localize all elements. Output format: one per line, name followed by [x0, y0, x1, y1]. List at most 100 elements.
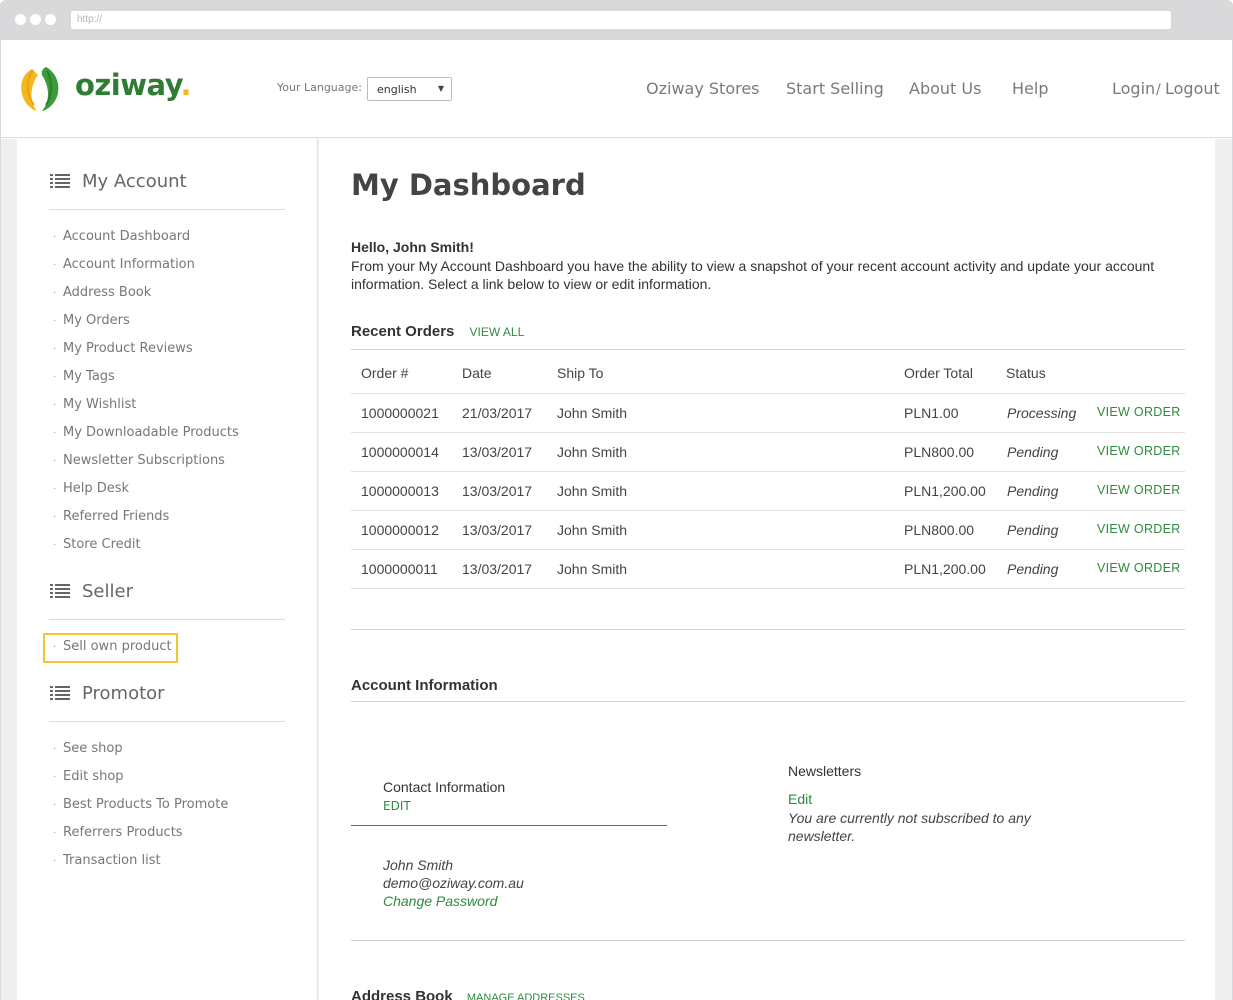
section-divider	[351, 701, 1185, 702]
order-date: 13/03/2017	[462, 483, 533, 499]
list-icon	[50, 584, 70, 598]
sidebar-item-referrers-products[interactable]: · Referrers Products	[53, 825, 183, 840]
view-order-link[interactable]: VIEW ORDER	[1097, 483, 1181, 497]
newsletters-status: You are currently not subscribed to any …	[788, 810, 1031, 844]
sidebar-item-best-products-to-promote[interactable]: · Best Products To Promote	[53, 797, 228, 812]
sidebar-item-label: Edit shop	[63, 769, 124, 784]
order-total: PLN800.00	[904, 522, 975, 538]
col-header-order[interactable]: Order #	[361, 365, 408, 381]
sidebar-item-account-dashboard[interactable]: · Account Dashboard	[53, 229, 190, 244]
view-order-link[interactable]: VIEW ORDER	[1097, 522, 1181, 536]
language-label: Your Language:	[277, 81, 362, 94]
intro-text: From your My Account Dashboard you have …	[351, 258, 1155, 292]
table-divider	[351, 393, 1185, 394]
sidebar-heading-my-account: My Account	[50, 171, 187, 192]
oziway-logo-text[interactable]: oziway.	[75, 68, 191, 102]
recent-orders-heading: Recent Orders VIEW ALL	[351, 323, 524, 340]
order-ship-to: John Smith	[557, 561, 628, 577]
language-select[interactable]: english ▼	[367, 77, 452, 101]
nav-oziway-stores[interactable]: Oziway Stores	[646, 79, 760, 98]
oziway-logo-icon[interactable]	[16, 65, 70, 117]
sidebar-item-edit-shop[interactable]: · Edit shop	[53, 769, 124, 784]
sidebar-item-my-downloadable-products[interactable]: · My Downloadable Products	[53, 425, 239, 440]
view-all-link[interactable]: VIEW ALL	[470, 325, 525, 339]
manage-addresses-link[interactable]: MANAGE ADDRESSES	[467, 992, 585, 1000]
section-divider	[351, 629, 1185, 630]
view-order-link[interactable]: VIEW ORDER	[1097, 444, 1181, 458]
login-logout-separator: /	[1156, 82, 1161, 98]
sidebar-item-label: My Orders	[63, 313, 130, 328]
order-total: PLN800.00	[904, 444, 975, 460]
order-total: PLN1.00	[904, 405, 959, 421]
sidebar-item-my-orders[interactable]: · My Orders	[53, 313, 130, 328]
view-order-link[interactable]: VIEW ORDER	[1097, 405, 1181, 419]
order-status: Pending	[1007, 444, 1059, 460]
order-number: 1000000013	[361, 483, 439, 499]
sidebar-item-store-credit[interactable]: · Store Credit	[53, 537, 141, 552]
sidebar-item-transaction-list[interactable]: · Transaction list	[53, 853, 161, 868]
sidebar-heading-seller: Seller	[50, 581, 133, 602]
order-number: 1000000014	[361, 444, 439, 460]
table-row-divider	[351, 471, 1185, 472]
contact-divider	[351, 825, 667, 826]
site-header: oziway. Your Language: english ▼ Oziway …	[1, 40, 1232, 138]
order-total: PLN1,200.00	[904, 483, 986, 499]
nav-login[interactable]: Login	[1112, 79, 1155, 98]
order-date: 13/03/2017	[462, 561, 533, 577]
order-number: 1000000021	[361, 405, 439, 421]
col-header-ship-to[interactable]: Ship To	[557, 365, 603, 381]
sidebar-item-sell-own-product[interactable]: · Sell own product	[53, 639, 172, 654]
sidebar-heading-label: Promotor	[82, 683, 165, 704]
sidebar-item-address-book[interactable]: · Address Book	[53, 285, 151, 300]
order-date: 21/03/2017	[462, 405, 533, 421]
logo-wordmark: oziway	[75, 68, 181, 102]
order-status: Pending	[1007, 522, 1059, 538]
browser-toolbar: http://	[0, 0, 1233, 40]
sidebar-item-label: Referred Friends	[63, 509, 170, 524]
sidebar-item-referred-friends[interactable]: · Referred Friends	[53, 509, 169, 524]
col-header-date[interactable]: Date	[462, 365, 492, 381]
sidebar-item-account-information[interactable]: · Account Information	[53, 257, 195, 272]
sidebar-divider	[49, 619, 285, 620]
address-book-title: Address Book	[351, 988, 453, 1000]
sidebar-item-label: My Tags	[63, 369, 115, 384]
newsletters-edit-link[interactable]: Edit	[788, 791, 812, 807]
nav-start-selling[interactable]: Start Selling	[786, 79, 884, 98]
order-number: 1000000012	[361, 522, 439, 538]
nav-about-us[interactable]: About Us	[909, 79, 981, 98]
window-minimize-dot[interactable]	[30, 14, 41, 25]
order-ship-to: John Smith	[557, 522, 628, 538]
address-bar[interactable]: http://	[71, 11, 1171, 29]
sidebar-item-my-product-reviews[interactable]: · My Product Reviews	[53, 341, 193, 356]
sidebar-item-my-wishlist[interactable]: · My Wishlist	[53, 397, 136, 412]
chevron-down-icon: ▼	[437, 84, 444, 93]
sidebar-item-label: My Wishlist	[63, 397, 137, 412]
window-maximize-dot[interactable]	[45, 14, 56, 25]
list-icon	[50, 686, 70, 700]
address-book-heading: Address Book MANAGE ADDRESSES	[351, 988, 585, 1000]
sidebar-item-newsletter-subscriptions[interactable]: · Newsletter Subscriptions	[53, 453, 225, 468]
contact-edit-link[interactable]: EDIT	[383, 799, 411, 813]
sidebar-heading-promotor: Promotor	[50, 683, 165, 704]
col-header-order-total[interactable]: Order Total	[904, 365, 973, 381]
sidebar-item-my-tags[interactable]: · My Tags	[53, 369, 115, 384]
account-sidebar: My Account · Account Dashboard · Account I…	[17, 139, 318, 1000]
order-ship-to: John Smith	[557, 444, 628, 460]
sidebar-item-help-desk[interactable]: · Help Desk	[53, 481, 129, 496]
section-divider	[351, 940, 1185, 941]
sidebar-divider	[49, 209, 285, 210]
view-order-link[interactable]: VIEW ORDER	[1097, 561, 1181, 575]
change-password-link[interactable]: Change Password	[383, 893, 497, 909]
order-status: Pending	[1007, 561, 1059, 577]
col-header-status[interactable]: Status	[1006, 365, 1046, 381]
order-date: 13/03/2017	[462, 444, 533, 460]
nav-logout[interactable]: Logout	[1165, 79, 1220, 98]
order-date: 13/03/2017	[462, 522, 533, 538]
sidebar-item-label: Store Credit	[63, 537, 141, 552]
contact-name: John Smith	[383, 857, 454, 873]
sidebar-item-see-shop[interactable]: · See shop	[53, 741, 123, 756]
language-selected-value: english	[377, 83, 417, 96]
window-close-dot[interactable]	[15, 14, 26, 25]
nav-help[interactable]: Help	[1012, 79, 1048, 98]
newsletters-title: Newsletters	[788, 763, 862, 779]
